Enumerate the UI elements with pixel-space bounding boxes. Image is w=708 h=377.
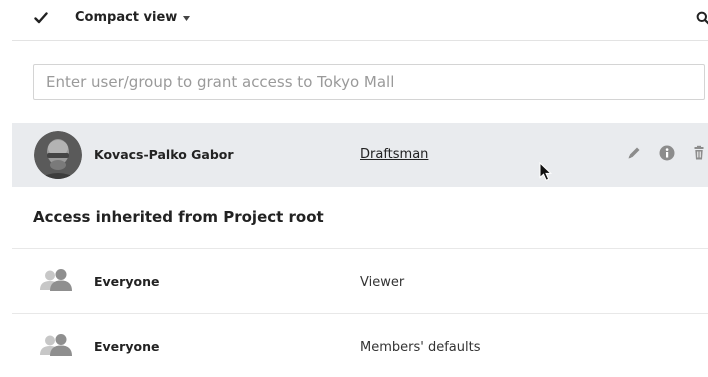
mouse-cursor-icon	[539, 162, 553, 181]
group-icon	[40, 334, 72, 356]
user-avatar	[34, 131, 82, 179]
delete-icon[interactable]	[691, 145, 707, 161]
toolbar-divider	[12, 40, 708, 41]
member-row[interactable]: Kovacs-Palko Gabor Draftsman	[12, 123, 708, 187]
inherited-name: Everyone	[94, 339, 160, 354]
member-name: Kovacs-Palko Gabor	[94, 147, 234, 162]
inherited-role: Viewer	[360, 275, 405, 290]
checkmark-icon[interactable]	[34, 11, 48, 25]
inherited-role: Members' defaults	[360, 340, 481, 355]
compact-view-label: Compact view	[75, 10, 178, 25]
inherited-access-heading: Access inherited from Project root	[33, 208, 324, 226]
inherited-row[interactable]: Everyone Members' defaults	[12, 317, 708, 377]
section-divider	[12, 248, 708, 249]
toolbar: Compact view	[0, 0, 708, 40]
grant-access-input[interactable]	[33, 64, 705, 100]
inherited-name: Everyone	[94, 274, 160, 289]
row-divider	[12, 313, 708, 314]
group-icon	[40, 269, 72, 291]
inherited-row[interactable]: Everyone Viewer	[12, 252, 708, 312]
info-icon[interactable]	[659, 145, 675, 161]
compact-view-dropdown[interactable]: Compact view	[75, 10, 191, 25]
edit-icon[interactable]	[626, 145, 642, 161]
search-icon[interactable]	[696, 11, 708, 25]
member-role-link[interactable]: Draftsman	[360, 147, 428, 162]
caret-down-icon	[183, 15, 191, 21]
